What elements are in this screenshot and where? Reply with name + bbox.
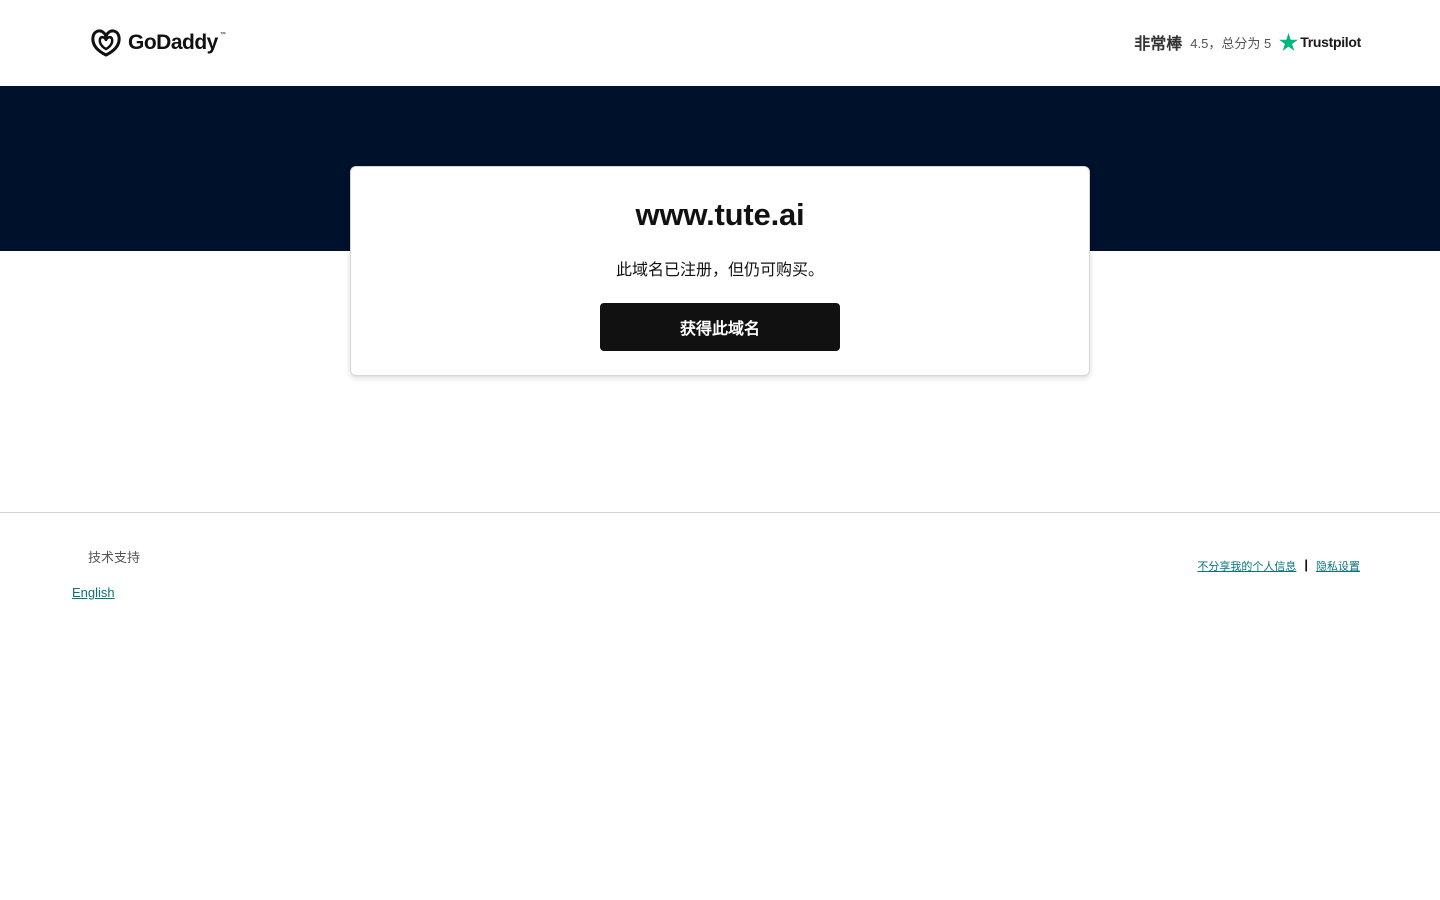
- logo-trademark: ™: [219, 32, 226, 38]
- privacy-settings-link[interactable]: 隐私设置: [1316, 558, 1360, 574]
- footer-divider: [0, 512, 1440, 513]
- legal-links: 不分享我的个人信息 | 隐私设置: [1197, 556, 1360, 574]
- rating-score: 4.5，总分为 5: [1190, 35, 1272, 51]
- trustpilot-logo: Trustpilot: [1279, 33, 1361, 51]
- rating-word: 非常棒: [1134, 36, 1183, 53]
- trustpilot-star-icon: [1279, 33, 1299, 51]
- godaddy-logo-icon: [90, 28, 122, 58]
- site-header: GoDaddy ™ 非常棒 4.5，总分为 5 Trustpilot: [0, 0, 1440, 86]
- godaddy-logo[interactable]: GoDaddy ™: [90, 28, 226, 58]
- support-label: 技术支持: [88, 550, 141, 565]
- logo-wordmark: GoDaddy: [128, 31, 218, 54]
- domain-card: www.tute.ai 此域名已注册，但仍可购买。 获得此域名: [350, 166, 1090, 376]
- domain-name: www.tute.ai: [635, 197, 805, 232]
- privacy-optout-link[interactable]: 不分享我的个人信息: [1197, 558, 1296, 574]
- trustpilot-rating[interactable]: 非常棒 4.5，总分为 5 Trustpilot: [1134, 30, 1361, 54]
- trustpilot-wordmark: Trustpilot: [1300, 34, 1361, 50]
- domain-status-text: 此域名已注册，但仍可购买。: [615, 262, 824, 279]
- get-domain-button[interactable]: 获得此域名: [600, 303, 840, 351]
- language-link[interactable]: English: [72, 585, 115, 600]
- legal-separator: |: [1304, 556, 1308, 572]
